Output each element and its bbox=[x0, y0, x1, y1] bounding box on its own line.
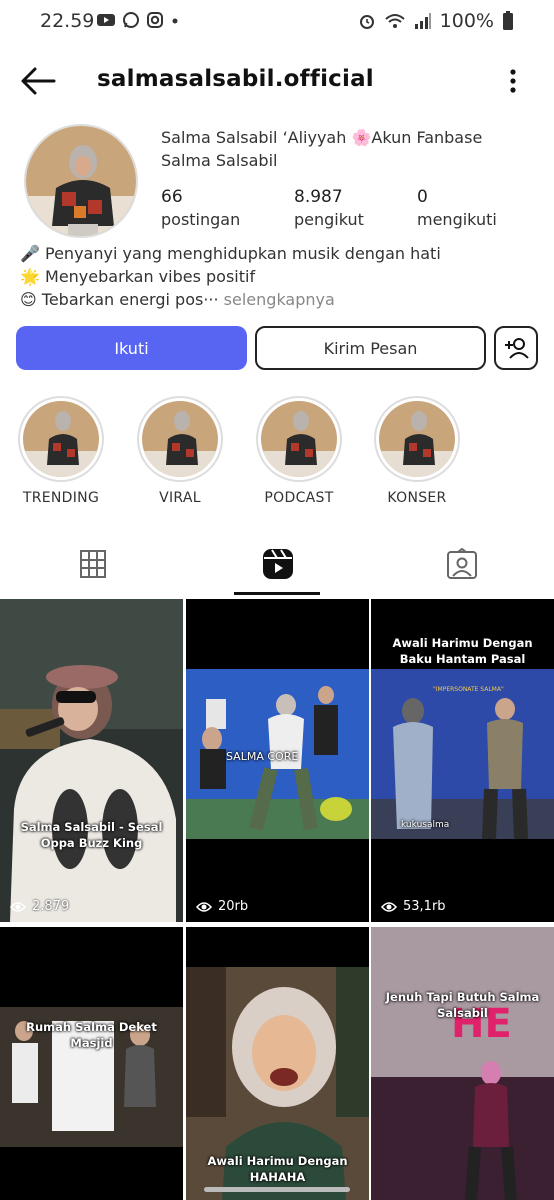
highlight-thumbnail bbox=[142, 401, 218, 477]
reel-tile[interactable]: Rumah Salma Deket Masjid bbox=[0, 927, 183, 1200]
eye-icon bbox=[10, 901, 26, 912]
bio-more-link[interactable]: selengkapnya bbox=[224, 290, 335, 309]
reel-title: Salma Salsabil - Sesal Oppa Buzz King bbox=[20, 820, 163, 850]
reel-view-count: 2.879 bbox=[32, 899, 70, 914]
bio-line: 🎤 Penyanyi yang menghidupkan musik denga… bbox=[20, 244, 441, 263]
tab-reels[interactable] bbox=[185, 540, 369, 596]
reels-icon bbox=[263, 549, 293, 579]
follow-button[interactable]: Ikuti bbox=[16, 326, 247, 370]
eye-icon bbox=[196, 901, 212, 912]
highlight-thumbnail bbox=[23, 401, 99, 477]
profile-bio: 🎤 Penyanyi yang menghidupkan musik denga… bbox=[20, 242, 540, 311]
stat-following-value: 0 bbox=[417, 187, 428, 207]
tagged-icon bbox=[447, 548, 477, 579]
stat-followers-value: 8.987 bbox=[294, 187, 343, 207]
suggest-users-button[interactable] bbox=[494, 326, 538, 370]
active-tab-indicator bbox=[234, 592, 320, 595]
reel-tile[interactable]: Salma Salsabil - Sesal Oppa Buzz King 2.… bbox=[0, 599, 183, 922]
dot-icon bbox=[172, 18, 178, 24]
reel-tile[interactable]: "IMPERSONATE SALMA" Awali Harimu Dengan … bbox=[371, 599, 554, 922]
reel-title: Jenuh Tapi Butuh Salma Salsabil bbox=[385, 990, 540, 1020]
reel-thumbnail bbox=[0, 927, 183, 1200]
highlight-ring bbox=[374, 396, 460, 482]
reel-overlay-text: SALMA CORE bbox=[226, 750, 299, 763]
reel-tile[interactable]: SALMA CORE 20rb bbox=[186, 599, 369, 922]
profile-username: salmasalsabil.official bbox=[97, 66, 374, 92]
instagram-icon bbox=[147, 12, 163, 28]
reel-title: Awali Harimu Dengan Baku Hantam Pasal bbox=[392, 636, 533, 666]
bio-line: 😊 Tebarkan energi pos··· selengkapnya bbox=[20, 288, 540, 311]
highlight-viral[interactable]: VIRAL bbox=[135, 396, 225, 506]
highlight-podcast[interactable]: PODCAST bbox=[254, 396, 344, 506]
highlight-ring bbox=[137, 396, 223, 482]
highlight-label: TRENDING bbox=[22, 490, 100, 506]
alarm-icon bbox=[359, 15, 374, 29]
system-icons: 100% bbox=[358, 10, 514, 32]
reel-overlay-text: kukusalma bbox=[401, 820, 450, 830]
svg-text:"IMPERSONATE SALMA": "IMPERSONATE SALMA" bbox=[433, 686, 504, 693]
home-indicator[interactable] bbox=[204, 1187, 350, 1192]
grid-icon bbox=[80, 550, 106, 578]
reel-tile[interactable]: HE Jenuh Tapi Butuh Salma Salsabil bbox=[371, 927, 554, 1200]
back-arrow-icon[interactable] bbox=[20, 66, 56, 96]
profile-avatar[interactable] bbox=[24, 124, 138, 238]
status-bar: 22.59 100% bbox=[0, 0, 554, 44]
reel-views: 53,1rb bbox=[381, 899, 446, 914]
stat-posts-value: 66 bbox=[161, 187, 183, 207]
highlight-thumbnail bbox=[261, 401, 337, 477]
stat-followers-label: pengikut bbox=[294, 210, 364, 229]
highlight-ring bbox=[18, 396, 104, 482]
stat-following[interactable]: 0 mengikuti bbox=[417, 186, 497, 232]
highlight-konser[interactable]: KONSER bbox=[372, 396, 462, 506]
battery-icon bbox=[503, 11, 513, 30]
highlight-label: KONSER bbox=[387, 490, 447, 506]
tab-grid[interactable] bbox=[0, 540, 184, 596]
add-person-icon bbox=[505, 338, 529, 359]
eye-icon bbox=[381, 901, 397, 912]
profile-header: salmasalsabil.official bbox=[0, 56, 554, 106]
highlight-label: PODCAST bbox=[264, 490, 334, 506]
whatsapp-icon bbox=[123, 12, 139, 28]
reel-title: Awali Harimu Dengan HAHAHA bbox=[207, 1154, 348, 1184]
signal-icon bbox=[414, 13, 431, 29]
avatar-photo bbox=[26, 126, 136, 236]
reel-views: 2.879 bbox=[10, 899, 69, 914]
bio-line: 🌟 Menyebarkan vibes positif bbox=[20, 267, 256, 286]
more-options-icon[interactable] bbox=[508, 68, 518, 94]
wifi-icon bbox=[385, 14, 405, 28]
battery-percent: 100% bbox=[439, 10, 494, 32]
highlight-ring bbox=[256, 396, 342, 482]
message-button[interactable]: Kirim Pesan bbox=[255, 326, 486, 370]
reel-view-count: 53,1rb bbox=[403, 899, 446, 914]
stat-posts[interactable]: 66 postingan bbox=[161, 186, 240, 232]
highlight-trending[interactable]: TRENDING bbox=[16, 396, 106, 506]
status-time: 22.59 bbox=[40, 10, 95, 32]
stat-followers[interactable]: 8.987 pengikut bbox=[294, 186, 364, 232]
stat-posts-label: postingan bbox=[161, 210, 241, 229]
highlight-label: VIRAL bbox=[159, 490, 201, 506]
notification-icons bbox=[96, 11, 180, 29]
tab-tagged[interactable] bbox=[370, 540, 554, 596]
profile-display-name: Salma Salsabil ‘Aliyyah 🌸Akun Fanbase Sa… bbox=[161, 128, 483, 170]
stat-following-label: mengikuti bbox=[417, 210, 497, 229]
reel-tile[interactable]: Awali Harimu Dengan HAHAHA bbox=[186, 927, 369, 1200]
bio-line-text: 😊 Tebarkan energi pos··· bbox=[20, 290, 219, 309]
reel-thumbnail bbox=[0, 599, 183, 922]
profile-tabs bbox=[0, 540, 554, 596]
youtube-icon bbox=[97, 14, 115, 26]
reel-views: 20rb bbox=[196, 899, 248, 914]
reels-grid: Salma Salsabil - Sesal Oppa Buzz King 2.… bbox=[0, 599, 554, 1200]
reel-view-count: 20rb bbox=[218, 899, 249, 914]
highlight-thumbnail bbox=[379, 401, 455, 477]
reel-title: Rumah Salma Deket Masjid bbox=[26, 1020, 157, 1050]
reel-thumbnail: HE bbox=[371, 927, 554, 1200]
